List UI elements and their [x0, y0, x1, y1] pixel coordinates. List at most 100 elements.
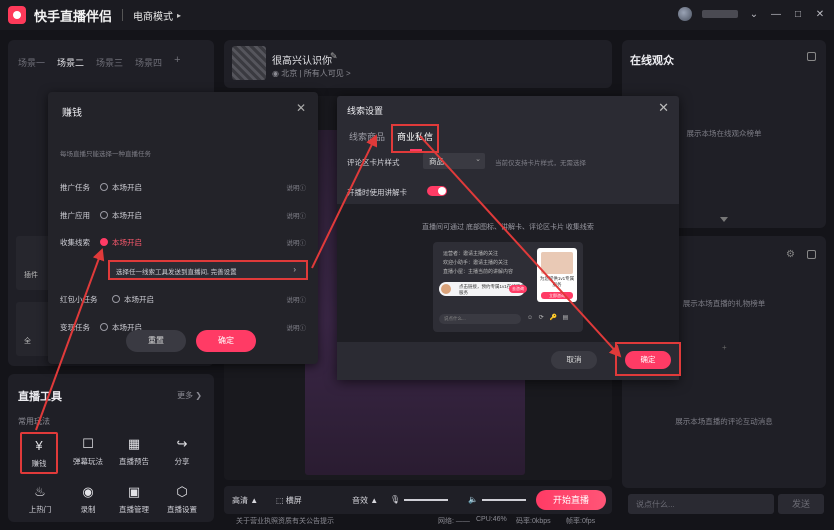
demo-comment-bubble: 点击链接，预约专属1v1在线咨询服务 去咨询 [439, 282, 527, 296]
demo-line: 运营者：邀请主播的关注 [443, 251, 499, 257]
tool-share[interactable]: ↪ 分享 [162, 436, 202, 467]
stream-visibility[interactable]: 所有人可见 > [304, 69, 351, 78]
earn-row-red-packet[interactable]: 红包小任务 本场开启 说明ⓘ [60, 294, 310, 306]
app-logo-icon [8, 6, 26, 24]
card-style-select[interactable]: 商品 ⌄ [423, 153, 485, 169]
lead-tool-select[interactable]: 选择任一线索工具发送到直播间, 完善设置 › [108, 260, 308, 280]
tool-settings-label: 直播设置 [167, 505, 197, 514]
stream-cover-thumbnail[interactable] [232, 46, 266, 80]
quality-select[interactable]: 高清 ▲ [232, 495, 258, 506]
radio-button[interactable] [100, 183, 108, 191]
tool-hot[interactable]: ♨ 上热门 [20, 484, 60, 515]
sound-effect-select[interactable]: 音效 ▲ [352, 495, 378, 506]
tool-manage[interactable]: ▣ 直播管理 [114, 484, 154, 515]
scene-tab-3[interactable]: 场景三 [96, 56, 123, 69]
comment-input[interactable]: 说点什么... [628, 494, 774, 514]
tool-earn[interactable]: ¥ 赚钱 [20, 432, 58, 474]
tool-share-label: 分享 [174, 457, 190, 466]
common-tools-subtitle: 常用玩法 [18, 417, 50, 426]
demo-product-text: 为您提供1v1专属服务 [539, 276, 575, 287]
demo-product-button: 立即咨询 [541, 292, 573, 299]
earn-row-promo-app[interactable]: 推广应用 本场开启 说明ⓘ [60, 210, 310, 222]
demo-toolbar-icons: ☺ ⟳ 🔑 ▤ [527, 315, 571, 321]
earn-row-promo-task[interactable]: 推广任务 本场开启 说明ⓘ [60, 182, 310, 194]
tool-preview[interactable]: ▦ 直播预告 [114, 436, 154, 467]
radio-button[interactable] [100, 211, 108, 219]
earn-modal-hint: 每场直播只能选择一种直播任务 [60, 151, 151, 158]
popout-icon[interactable] [807, 250, 816, 259]
minimize-icon[interactable]: — [770, 9, 782, 20]
speaker-icon[interactable]: 🔈 [468, 495, 478, 504]
speaker-volume-slider[interactable] [482, 499, 526, 501]
info-link[interactable]: 说明ⓘ [287, 210, 307, 220]
calendar-icon: ▦ [127, 436, 141, 451]
cancel-button[interactable]: 取消 [551, 351, 597, 369]
info-link[interactable]: 说明ⓘ [287, 322, 307, 332]
stream-info-panel: 很高兴认识你 ✎ ◉ 北京 | 所有人可见 > [224, 40, 612, 88]
notice-link[interactable]: 关于营业执照资质有关公告提示 [236, 516, 334, 526]
mic-volume-slider[interactable] [404, 499, 448, 501]
radio-button[interactable] [100, 323, 108, 331]
settings-hex-icon: ⬡ [176, 484, 188, 499]
confirm-button[interactable]: 确定 [625, 351, 671, 369]
close-icon[interactable]: ✕ [296, 101, 306, 115]
yen-coin-icon: ¥ [35, 438, 43, 453]
radio-button[interactable] [112, 295, 120, 303]
explain-card-toggle[interactable] [427, 186, 447, 196]
confirm-button[interactable]: 确定 [196, 330, 256, 352]
landscape-toggle[interactable]: ⬚ 横屏 [276, 495, 302, 506]
bitrate-status: 码率:0kbps [516, 518, 551, 525]
tool-danmaku-label: 弹幕玩法 [73, 457, 103, 466]
add-scene-icon[interactable]: + [174, 55, 180, 69]
online-audience-title: 在线观众 [630, 55, 674, 67]
radio-button-checked[interactable] [100, 238, 108, 246]
stream-title: 很高兴认识你 [272, 56, 332, 67]
popout-icon[interactable] [807, 52, 816, 61]
info-link[interactable]: 说明ⓘ [287, 182, 307, 192]
microphone-icon[interactable]: 🎙 [390, 495, 400, 504]
reset-button[interactable]: 重置 [126, 330, 186, 352]
user-name-blurred[interactable] [702, 10, 738, 18]
fullscreen-fragment-label: 全 [24, 338, 31, 345]
lead-preview-area: 直播间可通过 底部图标、讲解卡、评论区卡片 收集线索 运营者：邀请主播的关注 欢… [337, 204, 679, 342]
lead-modal-footer: 取消 确定 [337, 342, 681, 380]
earn-row-monetize[interactable]: 变现任务 本场开启 说明ⓘ [60, 322, 310, 334]
maximize-icon[interactable]: □ [792, 9, 804, 20]
close-window-icon[interactable]: ✕ [814, 9, 826, 20]
user-avatar[interactable] [678, 7, 692, 21]
share-icon: ↪ [176, 436, 188, 451]
caret-right-icon[interactable]: ▸ [177, 11, 181, 20]
demo-input: 说点什么... [439, 314, 521, 324]
collapse-caret-icon[interactable] [720, 217, 728, 222]
demo-line: 欢迎小助手：邀请主播的关注 [443, 260, 509, 266]
start-live-button[interactable]: 开始直播 [536, 490, 606, 510]
scene-tab-1[interactable]: 场景一 [18, 56, 45, 69]
card-style-label: 评论区卡片样式 [347, 158, 400, 167]
scene-tab-4[interactable]: 场景四 [135, 56, 162, 69]
gear-icon[interactable]: ⚙ [786, 249, 795, 260]
scene-tab-2[interactable]: 场景二 [57, 56, 84, 69]
stream-location: 北京 [281, 69, 298, 78]
send-button[interactable]: 发送 [778, 494, 824, 514]
tool-preview-label: 直播预告 [119, 457, 149, 466]
mode-switch[interactable]: 电商模式 [133, 8, 173, 23]
divider [122, 9, 124, 21]
more-tools-link[interactable]: 更多 ❯ [177, 390, 202, 401]
edit-icon[interactable]: ✎ [330, 51, 338, 62]
close-icon[interactable]: ✕ [658, 100, 669, 116]
chevron-down-icon: ⌄ [475, 156, 481, 163]
tab-lead-products[interactable]: 线索商品 [349, 130, 385, 143]
tool-settings[interactable]: ⬡ 直播设置 [162, 484, 202, 515]
bottom-control-bar: 高清 ▲ ⬚ 横屏 音效 ▲ 🎙 🔈 开始直播 [224, 486, 612, 514]
dropdown-icon[interactable]: ⌄ [748, 9, 760, 20]
record-icon: ◉ [82, 484, 94, 499]
demo-consult-pill: 去咨询 [509, 285, 527, 293]
earn-row-state: 本场开启 [112, 183, 142, 192]
earn-modal: 赚钱 ✕ 每场直播只能选择一种直播任务 推广任务 本场开启 说明ⓘ 推广应用 本… [48, 92, 318, 364]
tool-record[interactable]: ◉ 录制 [68, 484, 108, 515]
tool-danmaku[interactable]: ☐ 弹幕玩法 [68, 436, 108, 467]
info-link[interactable]: 说明ⓘ [287, 237, 307, 247]
earn-row-collect-leads[interactable]: 收集线索 本场开启 说明ⓘ [60, 237, 310, 249]
live-tools-title: 直播工具 [18, 391, 62, 403]
info-link[interactable]: 说明ⓘ [287, 294, 307, 304]
